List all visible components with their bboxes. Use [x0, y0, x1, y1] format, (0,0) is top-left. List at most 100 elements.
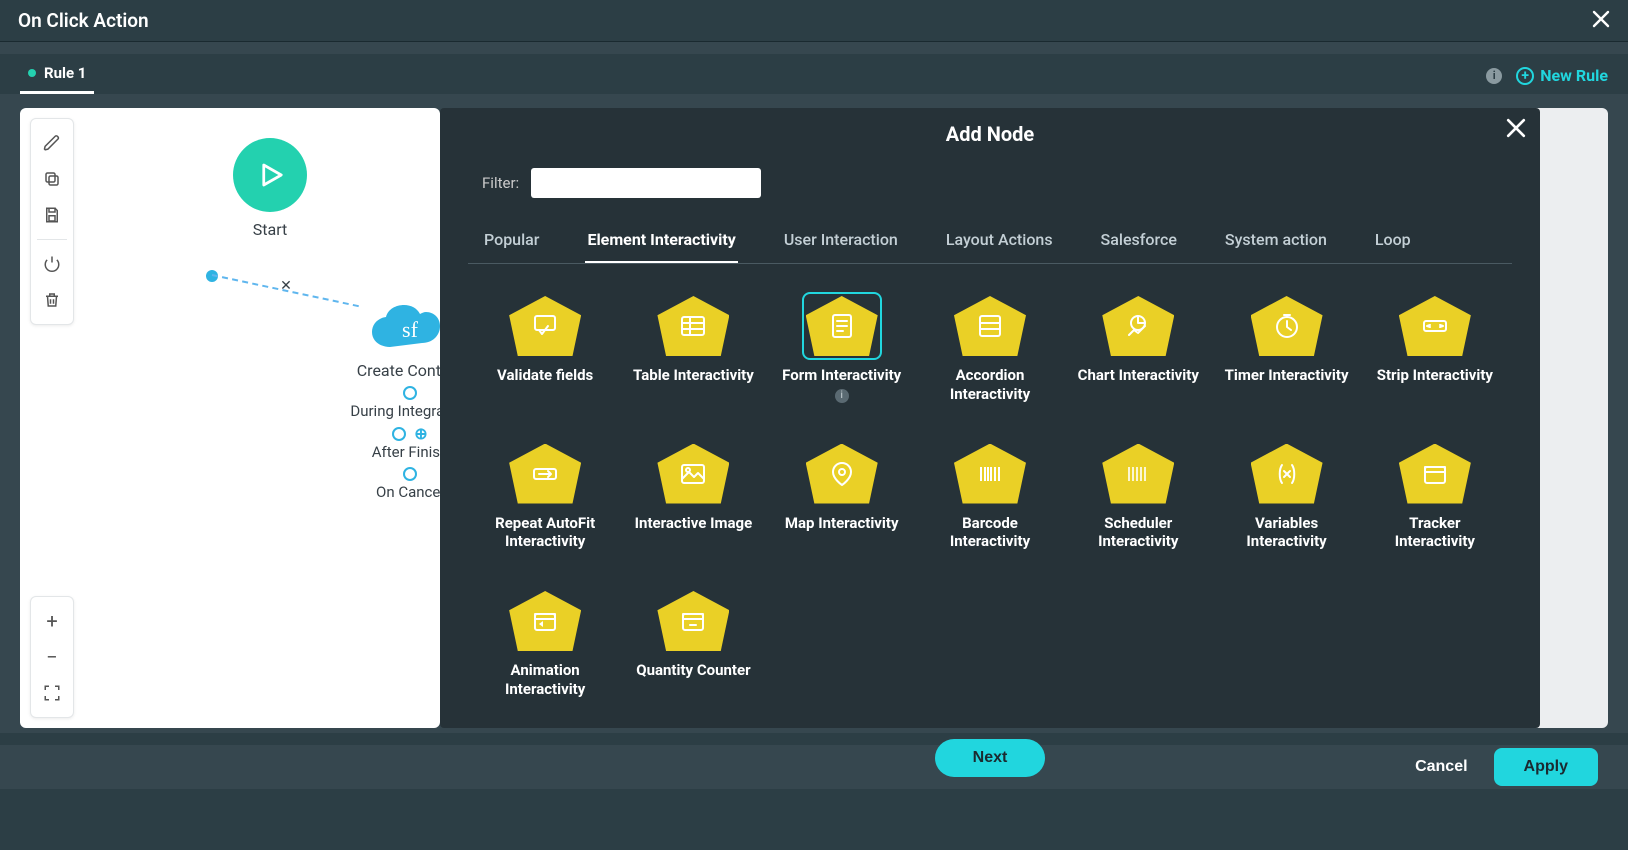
tracker-icon — [1399, 444, 1471, 504]
node-card-label: Accordion Interactivity — [925, 366, 1055, 404]
node-card[interactable]: Timer Interactivity — [1217, 292, 1355, 408]
scheduler-icon — [1102, 444, 1174, 504]
modal-title: Add Node — [468, 122, 1512, 146]
category-tab[interactable]: Loop — [1373, 224, 1413, 263]
cloud-icon: sf — [368, 303, 440, 357]
category-tab[interactable]: User Interaction — [782, 224, 900, 263]
image-icon — [657, 444, 729, 504]
node-card[interactable]: Chart Interactivity — [1069, 292, 1207, 408]
quantity-icon — [657, 591, 729, 651]
category-tab[interactable]: Element Interactivity — [585, 224, 737, 263]
node-card-label: Strip Interactivity — [1377, 366, 1493, 385]
category-tab[interactable]: Popular — [482, 224, 541, 263]
port-icon[interactable] — [403, 467, 417, 481]
category-tabs: Popular Element Interactivity User Interac… — [468, 224, 1512, 264]
node-card[interactable]: Quantity Counter — [624, 587, 762, 703]
port-icon[interactable] — [392, 427, 406, 441]
info-icon[interactable]: i — [835, 389, 849, 403]
port-icon[interactable] — [403, 386, 417, 400]
node-card-label: Map Interactivity — [785, 514, 899, 533]
start-node[interactable] — [233, 138, 307, 212]
form-icon — [806, 296, 878, 356]
zoom-in-icon[interactable]: + — [34, 603, 70, 639]
after-label: After Finish — [300, 443, 440, 461]
category-tab[interactable]: Salesforce — [1099, 224, 1179, 263]
node-card[interactable]: Tracker Interactivity — [1366, 440, 1504, 556]
node-card-label: Quantity Counter — [636, 661, 750, 680]
info-icon[interactable]: i — [1486, 68, 1502, 84]
accordion-icon — [954, 296, 1026, 356]
node-card-label: Chart Interactivity — [1078, 366, 1199, 385]
close-icon[interactable] — [1592, 9, 1610, 33]
filter-input[interactable] — [531, 168, 761, 198]
category-tab[interactable]: Layout Actions — [944, 224, 1055, 263]
node-card-label: Validate fields — [497, 366, 593, 385]
zoom-out-icon[interactable]: − — [34, 639, 70, 675]
new-rule-button[interactable]: + New Rule — [1516, 66, 1608, 85]
edit-icon[interactable] — [34, 125, 70, 161]
node-card-label: Interactive Image — [635, 514, 753, 533]
node-card-label: Table Interactivity — [633, 366, 754, 385]
flow-diagram: Start ✕ sf Create Contact During Integra… — [120, 138, 420, 239]
next-button[interactable]: Next — [935, 739, 1046, 777]
node-card-label: Tracker Interactivity — [1370, 514, 1500, 552]
zoom-toolbar: + − — [30, 596, 74, 718]
node-card-label: Timer Interactivity — [1225, 366, 1349, 385]
new-rule-label: New Rule — [1540, 66, 1608, 85]
plus-circle-icon: + — [1516, 67, 1534, 85]
node-card[interactable]: Table Interactivity — [624, 292, 762, 408]
node-grid: Validate fields Table Interactivity Form I… — [468, 292, 1512, 703]
node-card[interactable]: Animation Interactivity — [476, 587, 614, 703]
node-card-label: Animation Interactivity — [480, 661, 610, 699]
cancel-label: On Cancel — [300, 483, 440, 501]
fit-icon[interactable] — [34, 675, 70, 711]
node-card[interactable]: Barcode Interactivity — [921, 440, 1059, 556]
rule-tab[interactable]: Rule 1 — [20, 54, 94, 94]
rule-tabbar: Rule 1 i + New Rule — [0, 42, 1628, 94]
page-title: On Click Action — [18, 9, 149, 32]
node-card[interactable]: Interactive Image — [624, 440, 762, 556]
rule-tab-label: Rule 1 — [44, 64, 86, 82]
node-card[interactable]: Strip Interactivity — [1366, 292, 1504, 408]
power-icon[interactable] — [34, 246, 70, 282]
node-card[interactable]: Validate fields — [476, 292, 614, 408]
copy-icon[interactable] — [34, 161, 70, 197]
node-card[interactable]: Accordion Interactivity — [921, 292, 1059, 408]
add-node-modal: Add Node Filter: Popular Element Interact… — [440, 108, 1540, 728]
main-area: + − Start ✕ sf Create Contact During In — [0, 94, 1628, 733]
animation-icon — [509, 591, 581, 651]
category-tab[interactable]: System action — [1223, 224, 1329, 263]
modal-close-icon[interactable] — [1506, 118, 1526, 144]
trash-icon[interactable] — [34, 282, 70, 318]
barcode-icon — [954, 444, 1026, 504]
strip-icon — [1399, 296, 1471, 356]
table-icon — [657, 296, 729, 356]
modal-header: On Click Action — [0, 0, 1628, 42]
node-card-label: Repeat AutoFit Interactivity — [480, 514, 610, 552]
node-card[interactable]: Scheduler Interactivity — [1069, 440, 1207, 556]
save-icon[interactable] — [34, 197, 70, 233]
create-contact-node[interactable]: sf Create Contact During Integration ⊕ A… — [300, 303, 440, 505]
node-card[interactable]: Variables Interactivity — [1217, 440, 1355, 556]
node-card[interactable]: Map Interactivity — [773, 440, 911, 556]
node-card-label: Form Interactivity — [782, 366, 901, 385]
timer-icon — [1251, 296, 1323, 356]
status-dot-icon — [28, 69, 36, 77]
node-card-label: Variables Interactivity — [1222, 514, 1352, 552]
variables-icon — [1251, 444, 1323, 504]
flow-canvas[interactable]: + − Start ✕ sf Create Contact During In — [20, 108, 440, 728]
during-label: During Integration — [300, 402, 440, 420]
start-label: Start — [120, 220, 420, 239]
validate-icon — [509, 296, 581, 356]
node-card[interactable]: Form Interactivity i — [773, 292, 911, 408]
add-port-icon[interactable]: ⊕ — [414, 424, 427, 443]
node-card[interactable]: Repeat AutoFit Interactivity — [476, 440, 614, 556]
node-label: Create Contact — [300, 361, 440, 380]
chart-icon — [1102, 296, 1174, 356]
repeat-icon — [509, 444, 581, 504]
canvas-toolbar — [30, 118, 74, 325]
sf-label: sf — [368, 303, 440, 357]
node-card-label: Scheduler Interactivity — [1073, 514, 1203, 552]
connector-delete-icon[interactable]: ✕ — [278, 278, 294, 294]
filter-label: Filter: — [482, 174, 519, 192]
